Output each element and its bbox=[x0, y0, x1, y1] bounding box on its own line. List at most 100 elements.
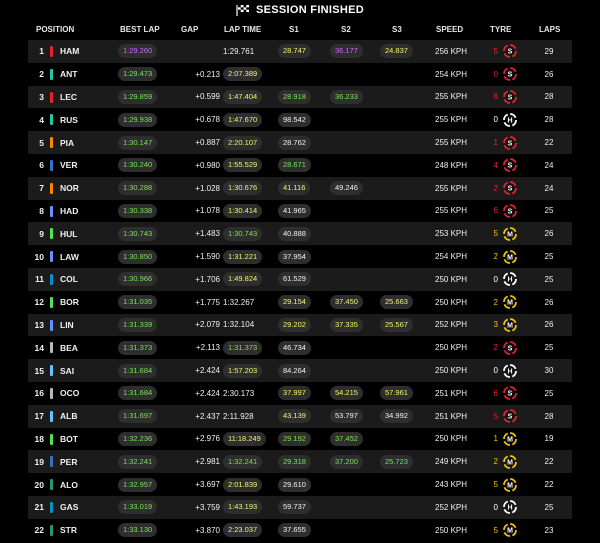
table-row[interactable]: 15 SAI 1:31.684 +2.424 1:57.203 84.264 250 KPH… bbox=[28, 359, 572, 382]
table-row[interactable]: 20 ALO 1:32.957 +3.697 2:01.839 29.610 243 KPH… bbox=[28, 473, 572, 496]
sector-s2: 37.450 bbox=[330, 295, 363, 310]
sector-s2-cell: 37.200 bbox=[330, 450, 363, 473]
gap-value: +3.759 bbox=[195, 502, 220, 512]
tyre-letter: S bbox=[508, 49, 513, 56]
table-row[interactable]: 6 VER 1:30.240 +0.980 1:55.529 28.671 248 KPH 4… bbox=[28, 154, 572, 177]
laps-count: 22 bbox=[544, 457, 554, 467]
table-row[interactable]: 22 STR 1:33.130 +3.870 2:23.037 37.655 250 KPH… bbox=[28, 518, 572, 542]
lap-time-cell: 1:31.373 bbox=[223, 336, 263, 359]
best-lap: 1:31.339 bbox=[118, 317, 158, 332]
best-lap-cell: 1:31.684 bbox=[118, 382, 158, 405]
tyre-letter: S bbox=[508, 345, 513, 352]
lap-time-cell: 1:31.221 bbox=[223, 245, 263, 268]
table-row[interactable]: 4 RUS 1:29.938 +0.678 1:47.670 98.542 255 KPH 0… bbox=[28, 108, 572, 132]
tyre-compound-icon: S bbox=[502, 200, 518, 223]
sector-s2: 37.452 bbox=[330, 431, 363, 446]
col-s1[interactable]: S1 bbox=[289, 20, 299, 40]
sector-s1: 37.954 bbox=[278, 249, 311, 264]
col-s3[interactable]: S3 bbox=[392, 20, 402, 40]
sector-s1-cell: 29.192 bbox=[278, 428, 311, 451]
col-gap[interactable]: GAP bbox=[181, 20, 198, 40]
driver-code: ANT bbox=[60, 69, 78, 80]
tyre-age: 1 bbox=[493, 434, 498, 444]
laps-count: 23 bbox=[544, 525, 554, 535]
lap-time: 1:57.203 bbox=[223, 363, 263, 378]
table-row[interactable]: 8 HAD 1:30.338 +1.078 1:30.414 41.965 255 KPH 6… bbox=[28, 199, 572, 223]
table-row[interactable]: 18 BOT 1:32.236 +2.976 11:18.249 29.192 37.452… bbox=[28, 427, 572, 451]
driver-code: ALO bbox=[60, 479, 78, 490]
team-color-bar bbox=[50, 251, 53, 263]
driver-code: LAW bbox=[60, 251, 79, 262]
lap-time: 1:55.529 bbox=[223, 158, 263, 173]
driver-code: BOT bbox=[60, 433, 78, 444]
table-row[interactable]: 7 NOR 1:30.288 +1.028 1:30.676 41.116 49.246 25… bbox=[28, 176, 572, 200]
table-row[interactable]: 1 HAM 1:29.260 1:29.761 28.747 36.177 24.837 25… bbox=[28, 40, 572, 63]
lap-time: 1:30.743 bbox=[223, 226, 263, 241]
table-row[interactable]: 9 HUL 1:30.743 +1.483 1:30.743 40.888 253 KPH 5… bbox=[28, 222, 572, 246]
laps-count: 22 bbox=[544, 480, 554, 490]
tyre-age: 1 bbox=[493, 138, 498, 148]
sector-s1-cell: 28.918 bbox=[278, 86, 311, 109]
col-lap-time[interactable]: LAP TIME bbox=[224, 20, 261, 40]
tyre-compound-icon: S bbox=[502, 336, 518, 359]
best-lap-cell: 1:29.473 bbox=[118, 63, 158, 86]
sector-s1: 28.747 bbox=[278, 44, 311, 59]
table-row[interactable]: 19 PER 1:32.241 +2.981 1:32.241 29.318 37.200 2… bbox=[28, 450, 572, 474]
lap-time: 1:47.404 bbox=[223, 89, 263, 104]
table-row[interactable]: 3 LEC 1:29.859 +0.599 1:47.404 28.918 36.233 25… bbox=[28, 85, 572, 109]
col-laps[interactable]: LAPS bbox=[539, 20, 560, 40]
best-lap: 1:29.260 bbox=[118, 44, 158, 59]
table-row[interactable]: 5 PIA 1:30.147 +0.887 2:20.107 28.762 255 KPH 1… bbox=[28, 131, 572, 154]
lap-time-cell: 2:07.389 bbox=[223, 63, 263, 86]
position-number: 17 bbox=[34, 411, 44, 422]
col-position[interactable]: POSITION bbox=[36, 20, 74, 40]
tyre-compound-icon: M bbox=[502, 314, 518, 337]
table-row[interactable]: 12 BOR 1:31.035 +1.775 1:32.267 29.154 37.450 2… bbox=[28, 290, 572, 314]
laps-count: 24 bbox=[544, 183, 554, 193]
position-number: 14 bbox=[34, 342, 44, 353]
table-row[interactable]: 2 ANT 1:29.473 +0.213 2:07.389 254 KPH 0 S 26 bbox=[28, 62, 572, 86]
table-row[interactable]: 16 OCO 1:31.684 +2.424 2:30.173 37.997 54.215 5… bbox=[28, 382, 572, 405]
col-s2[interactable]: S2 bbox=[341, 20, 351, 40]
sector-s2-cell: 36.233 bbox=[330, 86, 363, 109]
sector-s1-cell: 28.671 bbox=[278, 154, 311, 177]
best-lap-cell: 1:30.338 bbox=[118, 200, 158, 223]
sector-s2: 37.200 bbox=[330, 454, 363, 469]
sector-s1: 46.734 bbox=[278, 340, 311, 355]
laps-count: 29 bbox=[544, 46, 554, 56]
table-row[interactable]: 17 ALB 1:31.697 +2.437 2:11.928 43.139 53.797 3… bbox=[28, 404, 572, 428]
best-lap-cell: 1:30.743 bbox=[118, 222, 158, 245]
tyre-letter: S bbox=[508, 72, 513, 79]
driver-code: LEC bbox=[60, 91, 77, 102]
laps-count: 25 bbox=[544, 206, 554, 216]
driver-code: PER bbox=[60, 456, 78, 467]
best-lap: 1:29.473 bbox=[118, 67, 158, 82]
lap-time: 2:30.173 bbox=[223, 388, 255, 398]
laps-count: 30 bbox=[544, 366, 554, 376]
lap-time: 2:01.839 bbox=[223, 477, 263, 492]
sector-s1: 98.542 bbox=[278, 112, 311, 127]
table-row[interactable]: 11 COL 1:30.966 +1.706 1:49.824 61.529 250 KPH… bbox=[28, 268, 572, 291]
table-row[interactable]: 10 LAW 1:30.850 +1.590 1:31.221 37.954 254 KPH… bbox=[28, 245, 572, 268]
position-number: 11 bbox=[35, 274, 44, 285]
best-lap: 1:30.850 bbox=[118, 249, 158, 264]
tyre-letter: H bbox=[507, 505, 512, 512]
lap-time: 2:20.107 bbox=[223, 135, 263, 150]
table-row[interactable]: 13 LIN 1:31.339 +2.079 1:32.104 29.202 37.335 2… bbox=[28, 313, 572, 337]
laps-count: 26 bbox=[544, 320, 554, 330]
tyre-age: 6 bbox=[493, 206, 498, 216]
tyre-age: 5 bbox=[493, 411, 498, 421]
best-lap-cell: 1:31.373 bbox=[118, 336, 158, 359]
col-tyre[interactable]: TYRE bbox=[490, 20, 511, 40]
col-best-lap[interactable]: BEST LAP bbox=[120, 20, 160, 40]
tyre-age: 5 bbox=[493, 229, 498, 239]
table-row[interactable]: 14 BEA 1:31.373 +2.113 1:31.373 46.734 250 KPH… bbox=[28, 336, 572, 360]
table-row[interactable]: 21 GAS 1:33.019 +3.759 1:43.193 59.737 252 KPH… bbox=[28, 496, 572, 519]
gap-value: +1.078 bbox=[195, 206, 220, 216]
tyre-age: 2 bbox=[493, 457, 498, 467]
driver-code: HAD bbox=[60, 205, 79, 216]
sector-s3-cell: 34.992 bbox=[380, 405, 413, 428]
laps-count: 25 bbox=[544, 274, 554, 284]
col-speed[interactable]: SPEED bbox=[436, 20, 463, 40]
lap-time: 1:47.670 bbox=[223, 112, 263, 127]
